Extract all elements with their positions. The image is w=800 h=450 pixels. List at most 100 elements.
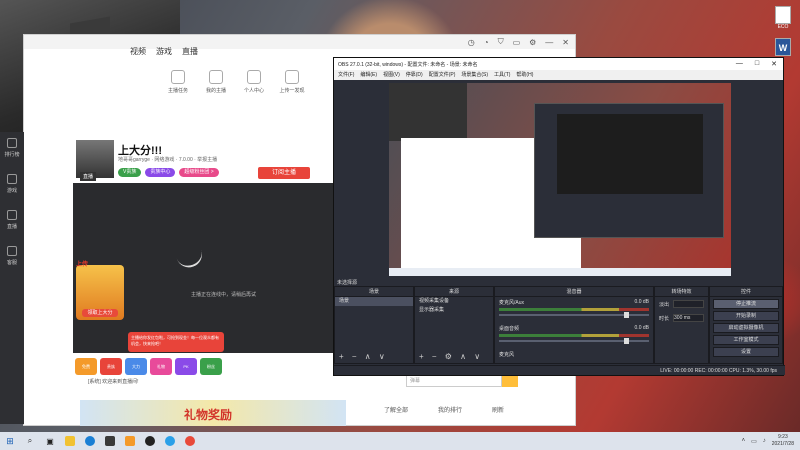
clock[interactable]: 9:23 2021/7/28 <box>772 434 794 448</box>
quick-link-upload[interactable]: 上传一发现 <box>277 70 307 94</box>
badge-noble[interactable]: V贵族 <box>118 168 142 177</box>
link-learn[interactable]: 了解全部 <box>384 405 408 414</box>
menu-help[interactable]: 帮助(H) <box>516 70 533 80</box>
menu-docks[interactable]: 停靠(D) <box>406 70 423 80</box>
quick-link-center[interactable]: 个人中心 <box>239 70 269 94</box>
rank-icon <box>7 138 17 148</box>
promo-tag[interactable]: 领取上大分 <box>82 309 118 317</box>
obs-icon[interactable] <box>141 434 159 448</box>
quick-link-anchor[interactable]: 我的主播 <box>201 70 231 94</box>
store-icon[interactable] <box>101 434 119 448</box>
start-recording-button[interactable]: 开始录制 <box>713 311 779 321</box>
network-icon[interactable]: ▭ <box>751 438 757 445</box>
studio-mode-button[interactable]: 工作室模式 <box>713 335 779 345</box>
minimize-icon[interactable]: — <box>545 38 553 47</box>
clock-icon[interactable]: ◔ <box>484 38 489 47</box>
window-title: OBS 27.0.1 (32-bit, windows) - 配置文件: 未命名… <box>338 61 478 68</box>
nav-tab-live[interactable]: 直播 <box>182 46 198 57</box>
promo-top: 上传 <box>76 262 89 268</box>
close-icon[interactable]: ✕ <box>562 38 569 47</box>
link-refresh[interactable]: 刷新 <box>492 405 504 414</box>
desktop-icon-word[interactable]: W <box>772 38 794 56</box>
qq-icon[interactable] <box>161 434 179 448</box>
nav-tab-video[interactable]: 视频 <box>130 46 146 57</box>
gift-item[interactable]: 礼物 <box>150 358 172 375</box>
file-icon <box>775 6 791 24</box>
badge-fan-group[interactable]: 超级粉丝团 > <box>179 168 219 177</box>
mixer-channel: 麦克风 <box>499 352 515 358</box>
gift-item[interactable]: 免费 <box>75 358 97 375</box>
anchor-icon <box>209 70 223 84</box>
maximize-icon[interactable]: □ <box>755 60 759 68</box>
badge-noble-center[interactable]: 贵族中心 <box>145 168 176 177</box>
chrome-icon[interactable] <box>181 434 199 448</box>
huya-icon[interactable] <box>121 434 139 448</box>
minimize-icon[interactable]: — <box>736 60 743 68</box>
menu-profile[interactable]: 配置文件(P) <box>429 70 456 80</box>
close-icon[interactable]: ✕ <box>771 60 777 68</box>
gift-item[interactable]: 贵族 <box>100 358 122 375</box>
history-icon[interactable]: ◷ <box>468 38 475 47</box>
preview-obs <box>534 103 724 238</box>
stop-streaming-button[interactable]: 停止推流 <box>713 299 779 309</box>
transitions-header: 转场特效 <box>655 287 708 297</box>
sidebar-item-game[interactable]: 游戏 <box>0 168 24 204</box>
volume-meter <box>499 308 649 311</box>
nav-tab-game[interactable]: 游戏 <box>156 46 172 57</box>
menu-edit[interactable]: 编辑(E) <box>360 70 377 80</box>
settings-button[interactable]: 设置 <box>713 347 779 357</box>
duration-input[interactable]: 300 ms <box>673 314 704 322</box>
player-message: 主播正在连线中，请稍后再试 <box>191 292 257 298</box>
gift-bar: 免费 贵族 大力 礼物 PK 粉丝 <box>73 356 335 378</box>
menu-scene-collection[interactable]: 场景集合(S) <box>461 70 488 80</box>
quick-link-tasks[interactable]: 主播任务 <box>163 70 193 94</box>
menu-view[interactable]: 视图(V) <box>383 70 400 80</box>
event-banner[interactable]: 礼物奖励 <box>80 400 346 426</box>
transition-select[interactable] <box>673 300 704 308</box>
chevron-up-icon[interactable]: ˄ <box>742 438 746 444</box>
edge-icon[interactable] <box>81 434 99 448</box>
search-icon[interactable]: ⌕ <box>21 434 39 448</box>
windows-start-icon[interactable]: ⊞ <box>0 436 20 447</box>
transitions-dock: 转场特效 淡出 时长 300 ms <box>654 286 709 364</box>
obs-preview[interactable] <box>389 83 731 276</box>
banner-text: 礼物奖励 <box>184 408 233 422</box>
gift-item[interactable]: 粉丝 <box>200 358 222 375</box>
volume-slider[interactable] <box>499 312 649 318</box>
volume-slider[interactable] <box>499 338 649 344</box>
no-source-label: 未选择源 <box>337 280 358 286</box>
menu-file[interactable]: 文件(F) <box>338 70 354 80</box>
gift-item[interactable]: 大力 <box>125 358 147 375</box>
file-explorer-icon[interactable] <box>61 434 79 448</box>
scene-controls[interactable]: + − ∧ ∨ <box>339 352 388 361</box>
send-button[interactable] <box>502 375 518 387</box>
scene-item[interactable]: 场景 <box>335 297 413 306</box>
mixer-channel: 桌面音频 0.0 dB <box>495 323 653 349</box>
sidebar-item-support[interactable]: 客服 <box>0 240 24 276</box>
controls-dock: 控件 停止推流 开始录制 启动虚拟摄像机 工作室模式 设置 <box>709 286 783 364</box>
gift-item[interactable]: PK <box>175 358 197 375</box>
obs-statusbar: LIVE: 00:00:00 REC: 00:00:00 CPU: 1.3%, … <box>334 365 785 375</box>
desktop-icon-file[interactable]: ECO <box>772 6 794 30</box>
task-view-icon[interactable]: ▣ <box>41 434 59 448</box>
source-controls[interactable]: + − ⚙ ∧ ∨ <box>419 352 483 361</box>
source-item[interactable]: 视频采集设备 <box>415 297 493 306</box>
link-rank[interactable]: 我的排行 <box>438 405 462 414</box>
virtual-camera-button[interactable]: 启动虚拟摄像机 <box>713 323 779 333</box>
source-item[interactable]: 显示器采集 <box>415 306 493 315</box>
sidebar-item-live[interactable]: 直播 <box>0 204 24 240</box>
red-packet-popup[interactable]: 主播给你发红包啦，可抢到现金！每一位观众都有机会，快来抢吧！ <box>128 332 224 352</box>
sidebar-item-rank[interactable]: 排行榜 <box>0 132 24 168</box>
controls-header: 控件 <box>710 287 782 297</box>
preview-taskbar <box>389 268 731 276</box>
shirt-icon[interactable]: ⛉ <box>498 37 504 47</box>
settings-icon[interactable]: ⚙ <box>529 38 536 47</box>
message-icon[interactable]: ▭ <box>513 38 521 47</box>
promo-card[interactable]: 上传 领取上大分 <box>76 262 124 320</box>
huya-quick-links: 主播任务 我的主播 个人中心 上传一发现 <box>163 70 307 94</box>
chat-input[interactable]: 弹幕 <box>406 375 502 387</box>
subscribe-button[interactable]: 订阅主播 <box>258 167 310 179</box>
obs-menubar: 文件(F) 编辑(E) 视图(V) 停靠(D) 配置文件(P) 场景集合(S) … <box>334 70 783 80</box>
volume-icon[interactable]: ♪ <box>763 438 766 444</box>
menu-tools[interactable]: 工具(T) <box>494 70 510 80</box>
